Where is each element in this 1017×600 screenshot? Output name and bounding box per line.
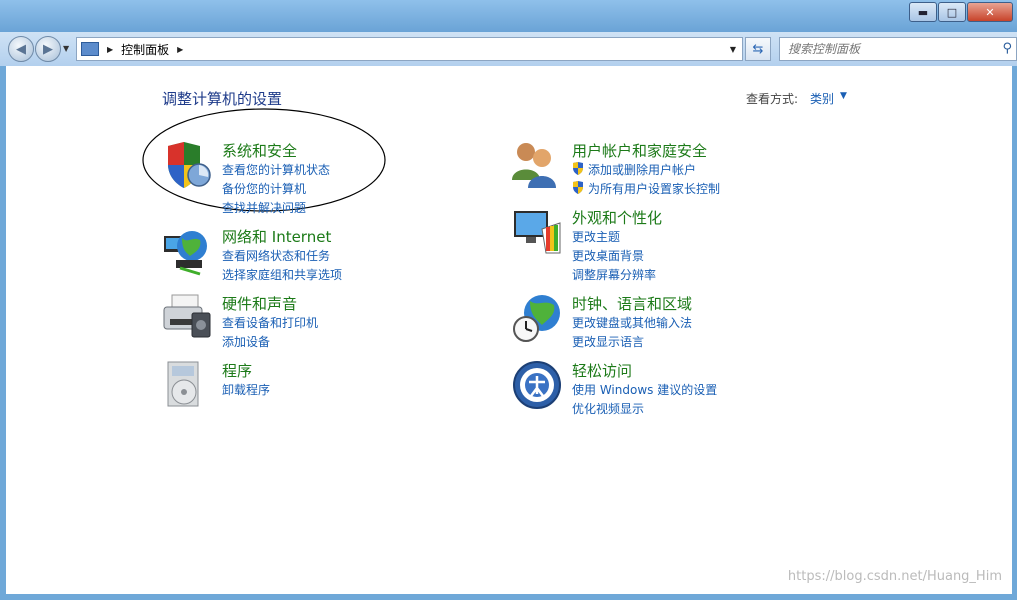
category-title[interactable]: 硬件和声音 (222, 293, 297, 314)
window-controls: ▬ □ ✕ (908, 2, 1013, 22)
category-title[interactable]: 网络和 Internet (222, 226, 331, 247)
view-by-dropdown[interactable]: 类别 (810, 90, 834, 107)
search-icon[interactable]: ⚲ (1002, 41, 1012, 56)
category-title[interactable]: 时钟、语言和区域 (572, 293, 692, 314)
appearance-monitor-icon (514, 211, 561, 254)
category-link[interactable]: 更改主题 (572, 228, 620, 245)
category-link[interactable]: 卸载程序 (222, 381, 270, 398)
category-link[interactable]: 更改显示语言 (572, 333, 644, 350)
uac-shield-icon (573, 162, 583, 175)
close-button[interactable]: ✕ (967, 2, 1013, 22)
search-input[interactable] (786, 41, 1000, 57)
maximize-button[interactable]: □ (938, 2, 966, 22)
navigation-bar: ◀ ▶ ▼ ▶ 控制面板 ▶ ▼ ⇆ ⚲ (0, 32, 1017, 66)
content-area: 调整计算机的设置 查看方式: 类别 ▼ 系统和安全 查看您的计算机状态 备份您的… (6, 66, 1012, 594)
refresh-icon: ⇆ (752, 41, 764, 57)
back-arrow-icon: ◀ (16, 41, 26, 57)
users-icon (512, 143, 556, 188)
category-link[interactable]: 查看您的计算机状态 (222, 161, 330, 178)
category-link[interactable]: 选择家庭组和共享选项 (222, 266, 342, 283)
category-link[interactable]: 查看网络状态和任务 (222, 247, 330, 264)
view-by-label: 查看方式: (746, 92, 799, 106)
title-bar: ▬ □ ✕ (0, 0, 1017, 32)
category-title[interactable]: 程序 (222, 360, 252, 381)
ease-of-access-icon (513, 361, 561, 409)
category-link[interactable]: 查看设备和打印机 (222, 314, 318, 331)
recent-pages-dropdown[interactable]: ▼ (63, 44, 69, 53)
category-link[interactable]: 优化视频显示 (572, 400, 644, 417)
category-title[interactable]: 轻松访问 (572, 360, 632, 381)
breadcrumb-arrow-icon[interactable]: ▶ (177, 45, 183, 54)
category-title[interactable]: 用户帐户和家庭安全 (572, 140, 707, 161)
category-link[interactable]: 添加设备 (222, 333, 270, 350)
watermark: https://blog.csdn.net/Huang_Him (787, 569, 1002, 584)
control-panel-icon (81, 42, 99, 56)
printer-icon (163, 294, 211, 338)
category-title[interactable]: 系统和安全 (222, 140, 297, 161)
category-link[interactable]: 更改桌面背景 (572, 247, 644, 264)
forward-button[interactable]: ▶ (35, 36, 61, 62)
breadcrumb-arrow-icon[interactable]: ▶ (107, 45, 113, 54)
back-button[interactable]: ◀ (8, 36, 34, 62)
category-link[interactable]: 查找并解决问题 (222, 199, 306, 216)
minimize-button[interactable]: ▬ (909, 2, 937, 22)
chevron-down-icon[interactable]: ▼ (840, 91, 847, 101)
network-globe-icon (164, 231, 207, 276)
search-box[interactable]: ⚲ (779, 37, 1017, 61)
clock-globe-icon (513, 295, 560, 342)
address-bar[interactable]: ▶ 控制面板 ▶ ▼ (76, 37, 743, 61)
breadcrumb-control-panel[interactable]: 控制面板 (121, 41, 169, 58)
category-title[interactable]: 外观和个性化 (572, 207, 662, 228)
forward-arrow-icon: ▶ (43, 41, 53, 57)
category-link[interactable]: 更改键盘或其他输入法 (572, 314, 692, 331)
category-link[interactable]: 使用 Windows 建议的设置 (572, 381, 717, 398)
category-link[interactable]: 备份您的计算机 (222, 180, 306, 197)
refresh-button[interactable]: ⇆ (745, 37, 771, 61)
security-shield-icon (168, 142, 211, 188)
uac-shield-icon (573, 181, 583, 194)
category-link[interactable]: 为所有用户设置家长控制 (588, 180, 720, 197)
category-link[interactable]: 添加或删除用户帐户 (588, 161, 696, 178)
page-title: 调整计算机的设置 (162, 90, 283, 108)
programs-disc-icon (167, 361, 199, 407)
window-bottom-border (0, 594, 1017, 600)
category-link[interactable]: 调整屏幕分辨率 (572, 266, 656, 283)
address-dropdown-icon[interactable]: ▼ (726, 38, 740, 60)
